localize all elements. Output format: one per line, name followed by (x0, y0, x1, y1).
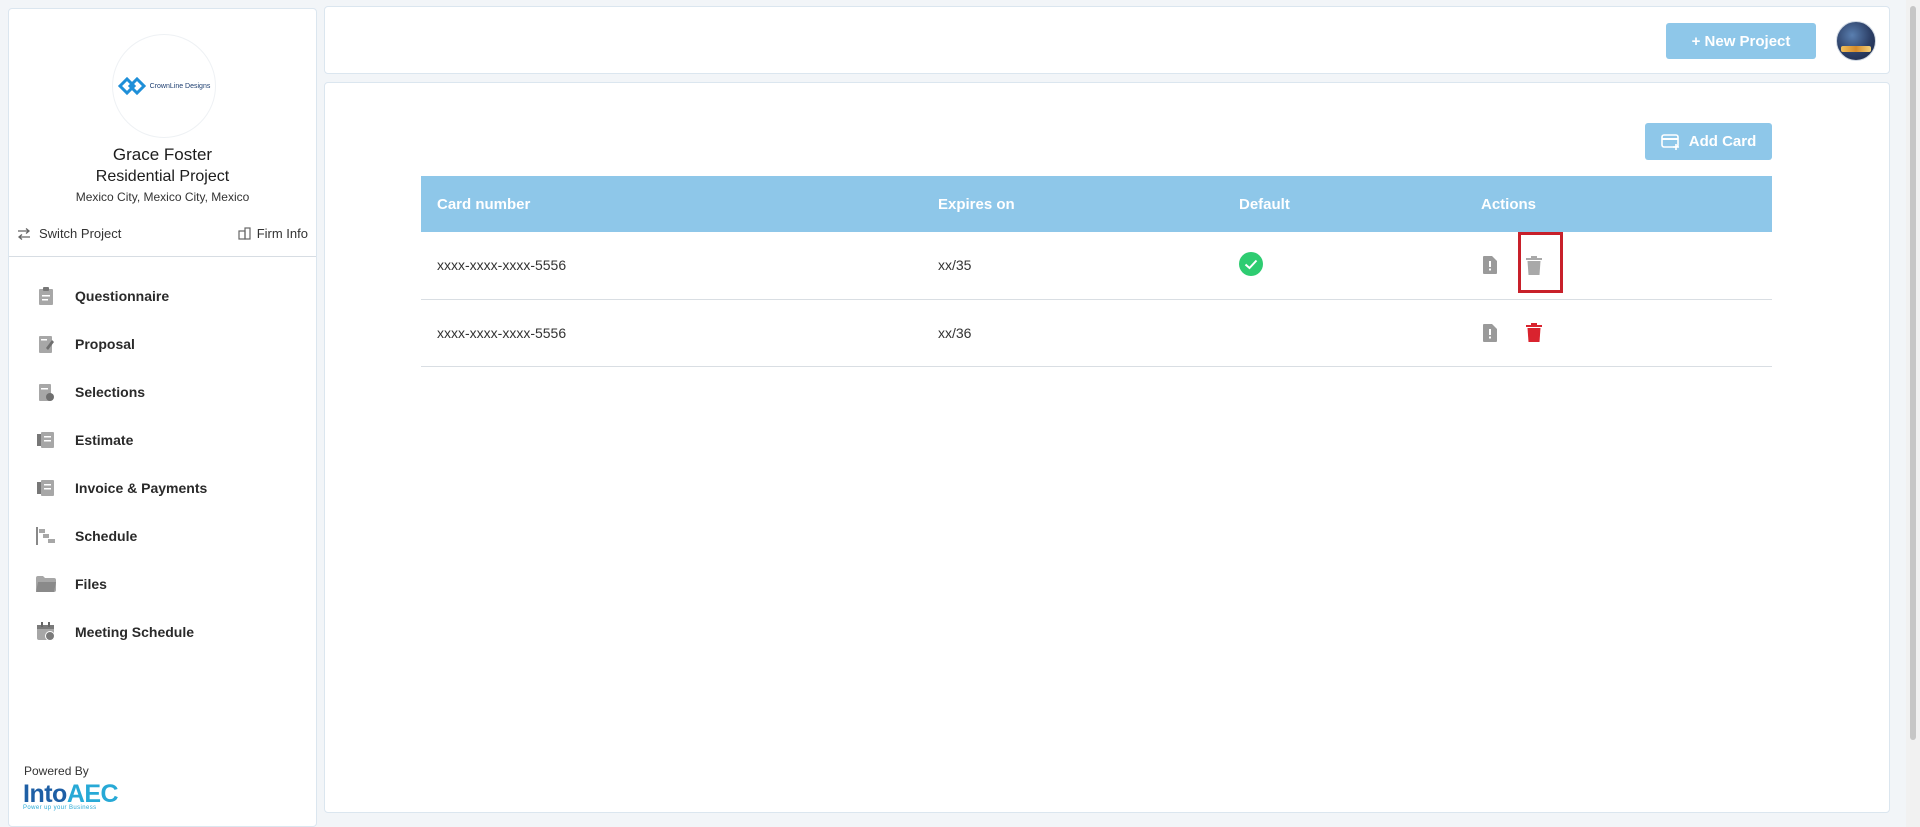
clipboard-icon (35, 285, 57, 307)
sidebar-item-proposal[interactable]: Proposal (9, 320, 316, 368)
swap-arrows-icon (17, 227, 31, 240)
client-name: Grace Foster (112, 145, 213, 164)
switch-project-label: Switch Project (39, 226, 122, 241)
add-card-button[interactable]: Add Card (1645, 123, 1772, 160)
delete-icon[interactable] (1525, 323, 1543, 343)
sidebar-item-label: Questionnaire (75, 288, 170, 304)
schedule-icon (35, 525, 57, 547)
table-row: xxxx-xxxx-xxxx-5556 xx/36 (421, 299, 1772, 367)
project-type: Residential Project (95, 168, 230, 185)
add-card-label: Add Card (1688, 133, 1757, 150)
check-circle-icon (1239, 251, 1263, 276)
scrollbar[interactable] (1906, 0, 1920, 827)
firm-info-label: Firm Info (256, 226, 308, 241)
table-row: xxxx-xxxx-xxxx-5556 xx/35 (421, 232, 1772, 300)
sidebar-item-label: Invoice & Payments (75, 480, 208, 496)
calendar-icon (35, 621, 57, 643)
table-header-row: Card number Expires on Default Actions (421, 176, 1772, 232)
sidebar-item-label: Files (75, 576, 107, 592)
actions-cell (1465, 299, 1772, 367)
proposal-icon (35, 333, 57, 355)
top-bar: + New Project (324, 6, 1890, 74)
folder-icon (35, 573, 57, 595)
expires-cell: xx/35 (922, 232, 1223, 300)
avatar[interactable] (1836, 21, 1876, 61)
sidebar-item-label: Schedule (75, 528, 138, 544)
firm-logo: CrownLine Designs (112, 34, 216, 138)
building-icon (238, 227, 251, 240)
firm-info-link[interactable]: Firm Info (238, 226, 308, 241)
delete-icon[interactable] (1525, 255, 1543, 275)
default-cell (1223, 299, 1465, 367)
card-number-cell: xxxx-xxxx-xxxx-5556 (421, 232, 922, 300)
powered-by-label: Powered By (24, 764, 89, 778)
estimate-icon (35, 429, 57, 451)
sidebar-item-questionnaire[interactable]: Questionnaire (9, 272, 316, 320)
sidebar-item-selections[interactable]: Selections (9, 368, 316, 416)
sidebar-item-estimate[interactable]: Estimate (9, 416, 316, 464)
sidebar-item-meeting-schedule[interactable]: Meeting Schedule (9, 608, 316, 656)
set-default-icon[interactable] (1481, 323, 1499, 343)
column-header-default: Default (1239, 195, 1290, 213)
add-card-icon (1660, 133, 1679, 150)
sidebar-item-schedule[interactable]: Schedule (9, 512, 316, 560)
intoaec-logo: IntoAEC Power up your Business (23, 780, 119, 811)
sidebar-divider (9, 256, 316, 257)
column-header-card-number: Card number (437, 195, 531, 213)
sidebar-nav: Questionnaire Proposal Selections Estima… (9, 272, 316, 656)
selections-icon (35, 381, 57, 403)
cards-table: Card number Expires on Default Actions x… (421, 176, 1772, 367)
project-location: Mexico City, Mexico City, Mexico (75, 190, 250, 204)
brand-right: AEC (66, 780, 119, 808)
sidebar-item-label: Proposal (75, 336, 135, 352)
column-header-expires-on: Expires on (938, 195, 1015, 213)
new-project-button[interactable]: + New Project (1666, 23, 1816, 59)
brand-left: Into (23, 780, 67, 808)
sidebar: CrownLine Designs Grace Foster Residenti… (8, 8, 317, 827)
switch-project-link[interactable]: Switch Project (17, 226, 121, 241)
card-number-cell: xxxx-xxxx-xxxx-5556 (421, 299, 922, 367)
sidebar-item-label: Meeting Schedule (75, 624, 195, 640)
default-cell (1223, 232, 1465, 300)
set-default-icon[interactable] (1481, 255, 1499, 275)
crownline-logo-icon (117, 76, 146, 96)
logo-text: CrownLine Designs (149, 82, 211, 90)
actions-cell (1465, 232, 1772, 300)
sidebar-item-label: Estimate (75, 432, 134, 448)
expires-cell: xx/36 (922, 299, 1223, 367)
invoice-icon (35, 477, 57, 499)
scrollbar-thumb[interactable] (1910, 6, 1916, 740)
sidebar-item-files[interactable]: Files (9, 560, 316, 608)
sidebar-item-label: Selections (75, 384, 146, 400)
main-panel: Add Card Card number Expires on Default … (324, 82, 1890, 813)
sidebar-item-invoice-payments[interactable]: Invoice & Payments (9, 464, 316, 512)
column-header-actions: Actions (1481, 195, 1537, 213)
